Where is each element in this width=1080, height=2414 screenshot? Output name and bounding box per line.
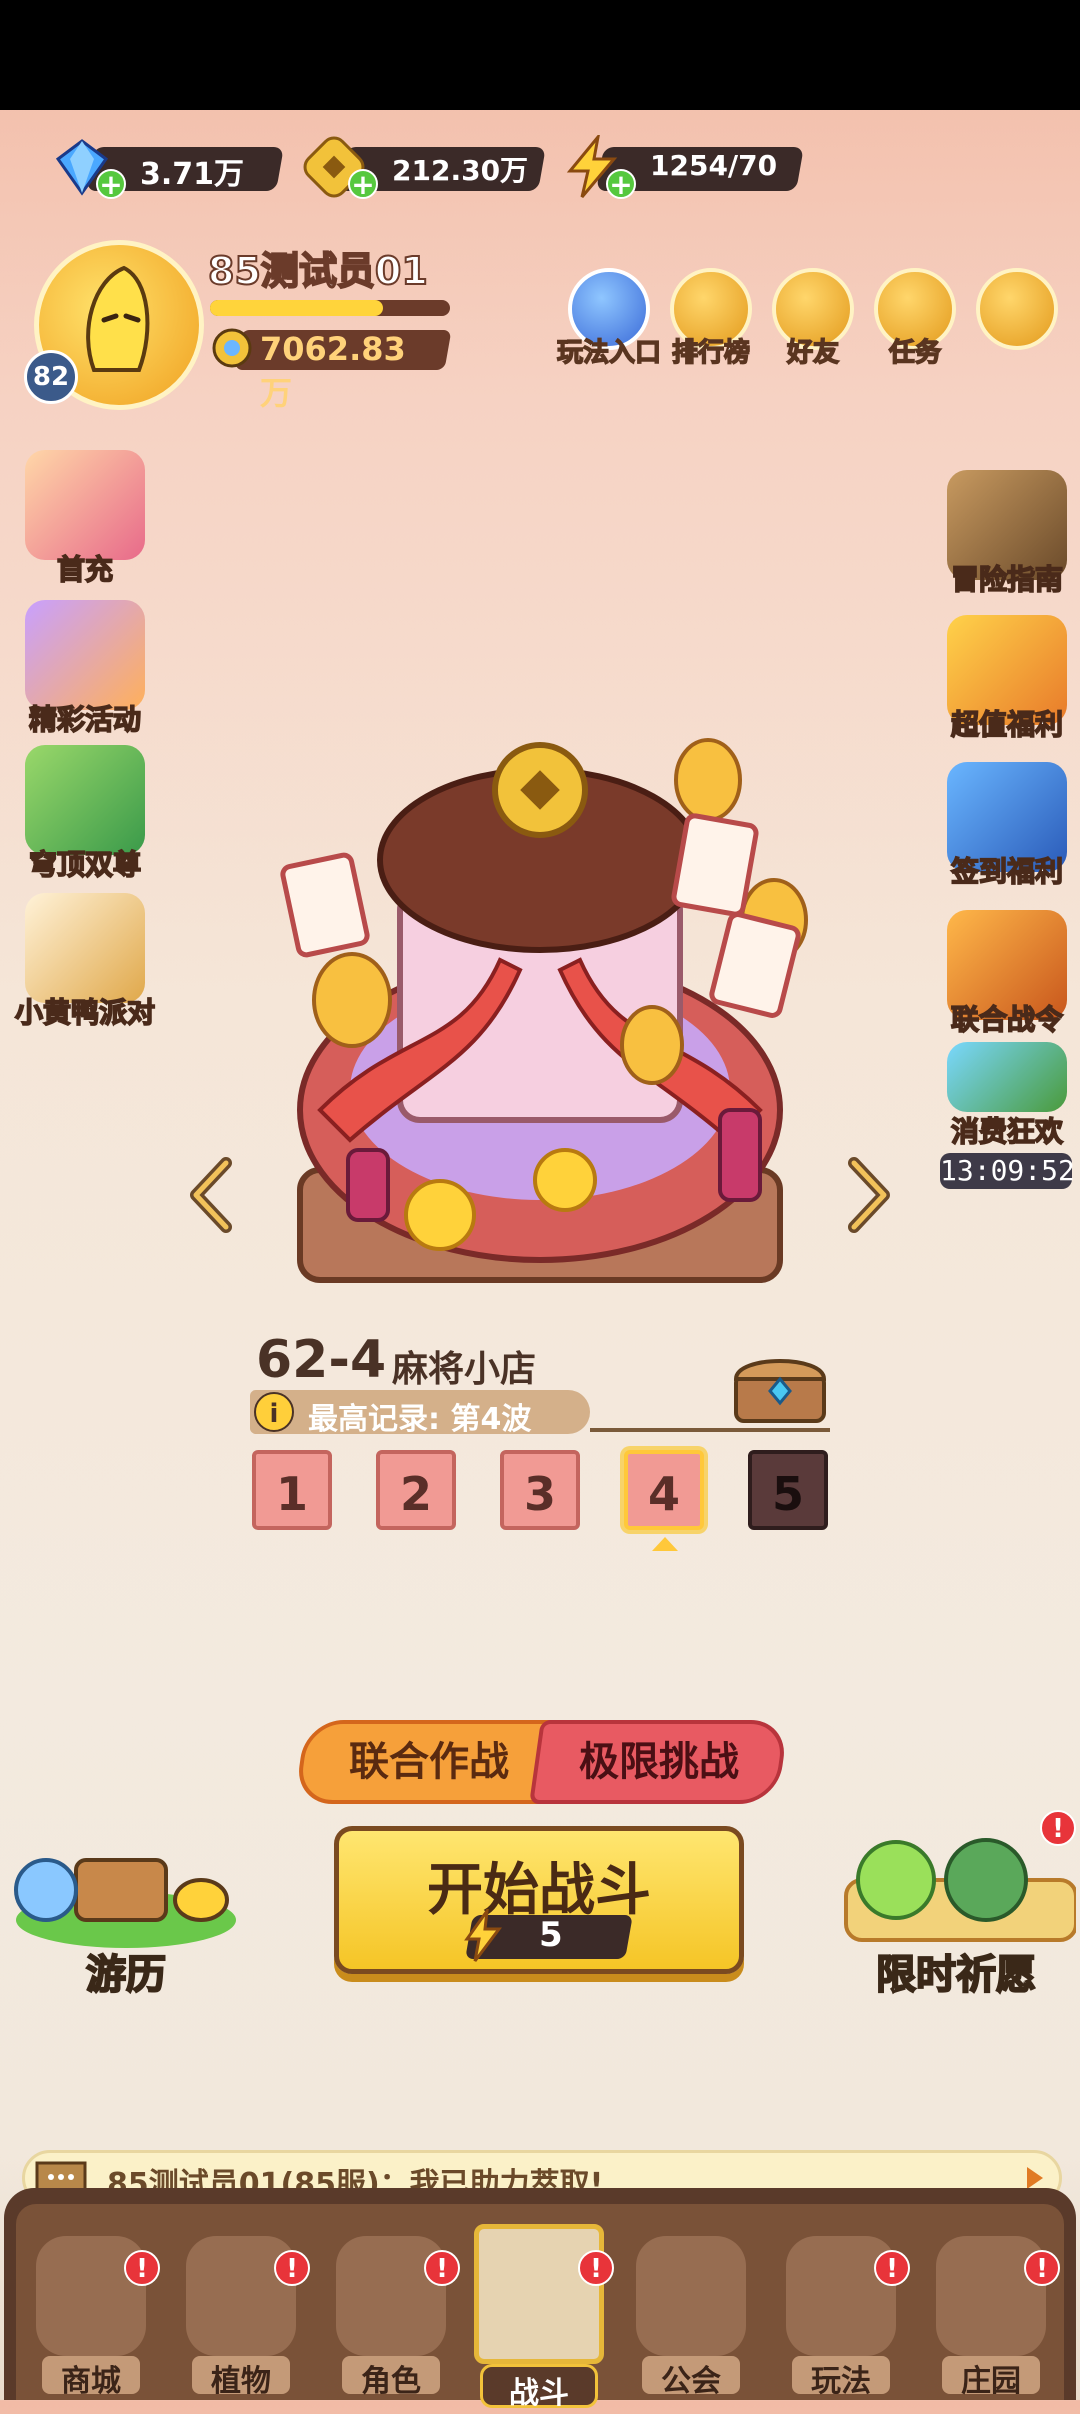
checkin-label: 签到福利 bbox=[950, 854, 1064, 889]
player-avatar[interactable]: 82 bbox=[14, 230, 204, 410]
next-stage-arrow[interactable] bbox=[844, 1155, 894, 1235]
nav-manor-label: 庄园 bbox=[961, 2364, 1021, 2399]
dome-duo-label: 穹顶双尊 bbox=[28, 847, 142, 882]
guild-icon bbox=[636, 2236, 746, 2356]
more-menu-button[interactable] bbox=[972, 268, 1062, 350]
more-icon bbox=[976, 268, 1058, 350]
manor-alert-badge: ! bbox=[1024, 2250, 1060, 2286]
wave-button-1[interactable]: 1 bbox=[252, 1450, 332, 1530]
limited-wish-icon bbox=[844, 1838, 1078, 1942]
nav-shop-label: 商城 bbox=[61, 2364, 121, 2399]
event-timer: 13:09:52 bbox=[940, 1153, 1075, 1189]
nav-gameplay-label: 玩法 bbox=[811, 2364, 871, 2399]
dome-duo-button[interactable]: 穹顶双尊 bbox=[0, 745, 170, 882]
duck-party-button[interactable]: 小黄鸭派对 bbox=[0, 893, 170, 1030]
coin-count: 212.30万 bbox=[392, 154, 529, 187]
limited-wish-label: 限时祈愿 bbox=[875, 1951, 1037, 1999]
wave-button-3[interactable]: 3 bbox=[500, 1450, 580, 1530]
spending-carnival-button[interactable]: 消费狂欢 bbox=[922, 1042, 1080, 1149]
play-arrow-icon[interactable] bbox=[1027, 2167, 1043, 2189]
first-recharge-button[interactable]: 首充 bbox=[0, 450, 170, 587]
value-benefits-button[interactable]: 超值福利 bbox=[922, 615, 1080, 742]
shop-alert-badge: ! bbox=[124, 2250, 160, 2286]
travel-label: 游历 bbox=[85, 1951, 167, 1999]
add-gems-icon[interactable]: + bbox=[96, 169, 126, 199]
gold-count: 7062.83万 bbox=[260, 330, 406, 412]
add-energy-icon[interactable]: + bbox=[606, 169, 636, 199]
add-coins-icon[interactable]: + bbox=[348, 169, 378, 199]
adventure-guide-label: 冒险指南 bbox=[950, 562, 1064, 597]
battle-pass-button[interactable]: 联合战令 bbox=[922, 910, 1080, 1037]
nav-battle-label: 战斗 bbox=[509, 2376, 569, 2411]
nav-gameplay[interactable]: 玩法 bbox=[776, 2216, 906, 2400]
duck-party-icon bbox=[25, 893, 145, 1003]
characters-alert-badge: ! bbox=[424, 2250, 460, 2286]
nav-characters-label: 角色 bbox=[361, 2364, 421, 2399]
wish-alert-badge: ! bbox=[1040, 1810, 1076, 1846]
nav-plants[interactable]: 植物 bbox=[176, 2216, 306, 2400]
checkin-button[interactable]: 签到福利 bbox=[922, 762, 1080, 889]
events-label: 精彩活动 bbox=[28, 702, 142, 737]
coin-resource[interactable]: + 212.30万 bbox=[302, 135, 552, 199]
energy-resource[interactable]: + 1254/70 bbox=[560, 135, 804, 199]
duck-party-label: 小黄鸭派对 bbox=[14, 995, 156, 1030]
start-battle-button[interactable]: 开始战斗 5 bbox=[334, 1826, 744, 1974]
first-recharge-icon bbox=[25, 450, 145, 560]
gem-resource[interactable]: + 3.71万 bbox=[50, 135, 290, 199]
banana-character-icon bbox=[86, 265, 150, 372]
status-bar bbox=[0, 0, 1080, 110]
windmill-icon bbox=[474, 2224, 604, 2364]
tasks-button[interactable]: 任务 bbox=[870, 268, 960, 369]
carnival-icon bbox=[947, 1042, 1067, 1112]
treasure-chest-icon[interactable] bbox=[730, 1345, 830, 1425]
adventure-guide-button[interactable]: 冒险指南 bbox=[922, 470, 1080, 597]
best-record-banner: i 最高记录: 第4波 bbox=[250, 1390, 590, 1437]
nav-manor[interactable]: 庄园 bbox=[926, 2216, 1056, 2400]
gem-count: 3.71万 bbox=[140, 157, 245, 192]
spending-carnival-label: 消费狂欢 bbox=[950, 1114, 1064, 1149]
limit-challenge-label: 极限挑战 bbox=[579, 1739, 739, 1785]
tasks-label: 任务 bbox=[888, 337, 942, 369]
travel-button[interactable]: 游历 bbox=[6, 1830, 246, 1999]
events-button[interactable]: 精彩活动 bbox=[0, 600, 170, 737]
battle-alert-badge: ! bbox=[578, 2250, 614, 2286]
energy-count: 1254/70 bbox=[650, 149, 778, 182]
coop-battle-tab[interactable]: 联合作战 bbox=[294, 1720, 564, 1804]
nav-guild-label: 公会 bbox=[661, 2364, 721, 2399]
best-record-text: 最高记录: 第4波 bbox=[308, 1402, 532, 1437]
wave-button-4[interactable]: 4 bbox=[624, 1450, 704, 1530]
stage-name: 麻将小店 bbox=[392, 1349, 537, 1390]
dome-duo-icon bbox=[25, 745, 145, 855]
travel-icon bbox=[14, 1858, 236, 1948]
exp-bar bbox=[210, 300, 450, 316]
value-benefits-label: 超值福利 bbox=[950, 707, 1064, 742]
first-recharge-label: 首充 bbox=[56, 552, 114, 587]
nav-characters[interactable]: 角色 bbox=[326, 2216, 456, 2400]
coop-battle-label: 联合作战 bbox=[349, 1739, 509, 1785]
previous-stage-arrow[interactable] bbox=[186, 1155, 236, 1235]
player-level-badge: 82 bbox=[24, 350, 78, 404]
stage-number: 62-4 bbox=[256, 1330, 387, 1390]
events-icon bbox=[25, 600, 145, 710]
selected-wave-pointer bbox=[652, 1537, 678, 1551]
wave-button-2[interactable]: 2 bbox=[376, 1450, 456, 1530]
start-battle-label: 开始战斗 bbox=[427, 1858, 651, 1923]
nav-shop[interactable]: 商城 bbox=[26, 2216, 156, 2400]
gameplay-alert-badge: ! bbox=[874, 2250, 910, 2286]
energy-cost-icon bbox=[464, 1909, 502, 1962]
info-icon[interactable]: i bbox=[254, 1392, 294, 1432]
wave-button-5[interactable]: 5 bbox=[748, 1450, 828, 1530]
energy-cost-value: 5 bbox=[539, 1915, 563, 1955]
limit-challenge-tab[interactable]: 极限挑战 bbox=[529, 1720, 789, 1804]
battle-pass-label: 联合战令 bbox=[950, 1002, 1064, 1037]
medal-icon bbox=[212, 328, 252, 368]
record-divider bbox=[590, 1428, 830, 1432]
nav-plants-label: 植物 bbox=[211, 2364, 271, 2399]
exp-bar-fill bbox=[210, 300, 383, 316]
stage-illustration[interactable] bbox=[260, 730, 820, 1310]
player-name: 85测试员01 bbox=[207, 248, 429, 294]
plants-alert-badge: ! bbox=[274, 2250, 310, 2286]
nav-guild[interactable]: 公会 bbox=[626, 2216, 756, 2400]
limited-wish-button[interactable]: 限时祈愿 bbox=[836, 1830, 1078, 1999]
